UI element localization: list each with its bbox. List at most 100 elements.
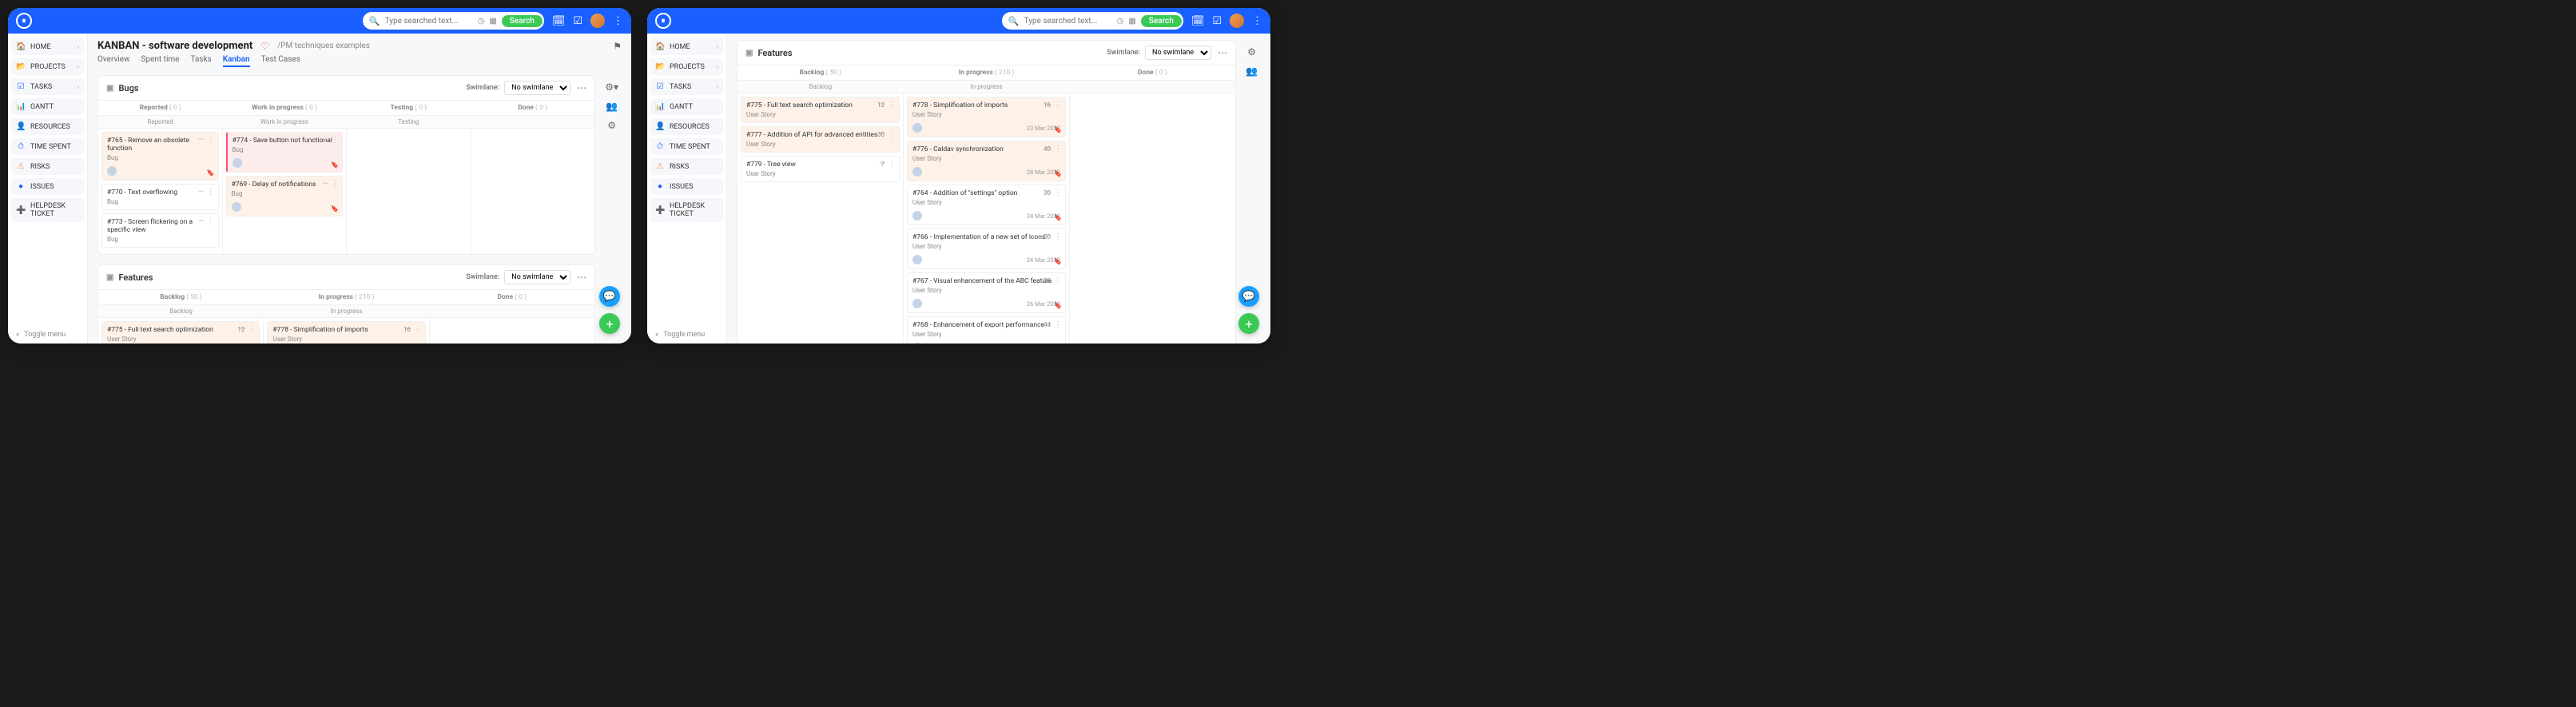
swimlane-select[interactable]: No swimlane: [1145, 46, 1211, 60]
kanban-column[interactable]: [347, 129, 471, 254]
assignee-avatar[interactable]: [912, 123, 922, 133]
flag-icon[interactable]: ⚑: [613, 41, 622, 52]
card-menu-icon[interactable]: ⋮: [888, 130, 896, 139]
sidebar-item-risks[interactable]: ⚠RISKS: [650, 158, 723, 175]
filter-icon[interactable]: ▦: [489, 17, 496, 26]
user-avatar[interactable]: [1230, 14, 1244, 28]
card-menu-icon[interactable]: ⋮: [248, 325, 256, 334]
user-avatar[interactable]: [590, 14, 605, 28]
sidebar-item-home[interactable]: 🏠HOME›: [650, 38, 723, 55]
card-menu-icon[interactable]: ⋮: [888, 160, 896, 169]
tag-icon[interactable]: 🔖: [207, 169, 215, 177]
checklist-icon[interactable]: ☑: [1212, 15, 1222, 27]
sidebar-item-home[interactable]: 🏠HOME›: [11, 38, 84, 55]
people-icon[interactable]: 👥: [1246, 66, 1258, 77]
kanban-card[interactable]: —⋮ 12 #775 - Full text search optimizati…: [741, 97, 900, 123]
tag-icon[interactable]: 🔖: [1054, 214, 1062, 221]
toggle-menu[interactable]: « Toggle menu: [655, 331, 705, 339]
kanban-card[interactable]: —⋮ 30 #777 - Addition of API for advance…: [741, 126, 900, 153]
card-menu-icon[interactable]: ⋮: [1054, 101, 1062, 109]
kanban-column[interactable]: —⋮ #774 - Save button not functional Bug…: [223, 129, 348, 254]
section-menu-icon[interactable]: ⋯: [1218, 47, 1227, 58]
chat-fab[interactable]: 💬: [1238, 286, 1259, 307]
kanban-card[interactable]: —⋮ #774 - Save button not functional Bug…: [226, 132, 344, 173]
card-menu-icon[interactable]: ⋮: [414, 325, 422, 334]
kanban-card[interactable]: —⋮ #769 - Delay of notifications Bug 🔖: [226, 176, 344, 216]
search-input[interactable]: [1024, 17, 1112, 26]
sidebar-item-gantt[interactable]: 📊GANTT: [11, 98, 84, 115]
filter-icon[interactable]: ▦: [1128, 17, 1135, 26]
collapse-sidebar-icon[interactable]: «: [16, 331, 19, 339]
kanban-column[interactable]: —⋮ 16 #778 - Simplification of imports U…: [904, 93, 1070, 344]
add-fab[interactable]: +: [599, 313, 620, 334]
card-collapse-icon[interactable]: —: [198, 136, 205, 145]
kanban-card[interactable]: —⋮ 12 #775 - Full text search optimizati…: [101, 321, 260, 344]
card-menu-icon[interactable]: ⋮: [207, 217, 215, 226]
sidebar-item-helpdesk-ticket[interactable]: ➕HELPDESK TICKET: [650, 198, 723, 222]
sidebar-item-time-spent[interactable]: ⏱TIME SPENT: [11, 138, 84, 155]
search-button[interactable]: Search: [502, 15, 543, 27]
card-menu-icon[interactable]: ⋮: [1054, 189, 1062, 197]
chat-fab[interactable]: 💬: [599, 286, 620, 307]
favorite-icon[interactable]: ♡: [260, 41, 269, 52]
tag-icon[interactable]: 🔖: [1054, 302, 1062, 309]
kanban-card[interactable]: —⋮ 30 #764 - Addition of "settings" opti…: [907, 185, 1066, 225]
tab-kanban[interactable]: Kanban: [223, 55, 250, 67]
tag-icon[interactable]: 🔖: [1054, 126, 1062, 133]
card-menu-icon[interactable]: ⋮: [207, 188, 215, 197]
settings-dropdown-icon[interactable]: ⚙▾: [605, 81, 618, 93]
add-fab[interactable]: +: [1238, 313, 1259, 334]
tag-icon[interactable]: 🔖: [1054, 170, 1062, 177]
kanban-card[interactable]: —⋮ 7 #779 - Tree view User Story: [741, 156, 900, 182]
calendar-icon[interactable]: 🗓: [552, 15, 566, 27]
card-collapse-icon[interactable]: —: [198, 217, 205, 226]
kanban-card[interactable]: —⋮ 16 #778 - Simplification of imports U…: [907, 97, 1066, 137]
sidebar-item-tasks[interactable]: ☑TASKS›: [650, 78, 723, 95]
card-menu-icon[interactable]: ⋮: [888, 101, 896, 109]
card-menu-icon[interactable]: ⋮: [1054, 145, 1062, 153]
card-menu-icon[interactable]: ⋮: [1054, 276, 1062, 285]
sidebar-item-resources[interactable]: 👤RESOURCES: [650, 118, 723, 135]
assignee-avatar[interactable]: [233, 158, 242, 168]
swimlane-select[interactable]: No swimlane: [504, 81, 570, 95]
collapse-icon[interactable]: ▣: [106, 273, 113, 282]
card-menu-icon[interactable]: ⋮: [1054, 232, 1062, 241]
history-icon[interactable]: ◷: [478, 17, 485, 26]
kanban-card[interactable]: —⋮ #770 - Text overflowing Bug: [101, 184, 219, 210]
checklist-icon[interactable]: ☑: [573, 15, 582, 27]
kanban-column[interactable]: —⋮ 12 #775 - Full text search optimizati…: [98, 318, 264, 344]
card-collapse-icon[interactable]: —: [322, 136, 328, 145]
kanban-column[interactable]: —⋮ 12 #775 - Full text search optimizati…: [737, 93, 904, 344]
sidebar-item-issues[interactable]: ●ISSUES: [11, 178, 84, 195]
card-collapse-icon[interactable]: —: [322, 180, 328, 189]
kanban-card[interactable]: —⋮ 50 #766 - Implementation of a new set…: [907, 228, 1066, 269]
sidebar-item-projects[interactable]: 📂PROJECTS›: [11, 58, 84, 75]
card-menu-icon[interactable]: ⋮: [1054, 320, 1062, 329]
collapse-icon[interactable]: ▣: [745, 49, 753, 58]
collapse-sidebar-icon[interactable]: «: [655, 331, 658, 339]
card-menu-icon[interactable]: ⋮: [331, 136, 339, 145]
board-settings-icon[interactable]: ⚙: [607, 120, 616, 131]
overflow-menu-icon[interactable]: ⋮: [1252, 15, 1262, 27]
app-logo[interactable]: ⏸: [655, 13, 671, 29]
kanban-column[interactable]: [430, 318, 594, 344]
kanban-card[interactable]: —⋮ 30 #767 - Visual enhancement of the A…: [907, 272, 1066, 313]
collapse-icon[interactable]: ▣: [106, 84, 113, 93]
app-logo[interactable]: ⏸: [16, 13, 32, 29]
kanban-card[interactable]: —⋮ 44 #768 - Enhancement of export perfo…: [907, 316, 1066, 344]
overflow-menu-icon[interactable]: ⋮: [613, 15, 623, 27]
tab-spent-time[interactable]: Spent time: [141, 55, 180, 67]
section-menu-icon[interactable]: ⋯: [577, 272, 586, 283]
search-input[interactable]: [385, 17, 473, 26]
kanban-card[interactable]: —⋮ #773 - Screen flickering on a specifi…: [101, 213, 219, 248]
tab-tasks[interactable]: Tasks: [190, 55, 211, 67]
sidebar-item-time-spent[interactable]: ⏱TIME SPENT: [650, 138, 723, 155]
card-menu-icon[interactable]: ⋮: [207, 136, 215, 145]
kanban-column[interactable]: —⋮ #765 - Remove an obsolete function Bu…: [98, 129, 223, 254]
people-icon[interactable]: 👥: [606, 101, 618, 112]
assignee-avatar[interactable]: [912, 211, 922, 220]
kanban-column[interactable]: [471, 129, 595, 254]
kanban-card[interactable]: —⋮ #765 - Remove an obsolete function Bu…: [101, 132, 219, 181]
breadcrumb[interactable]: /PM techniques examples: [277, 42, 370, 50]
assignee-avatar[interactable]: [912, 167, 922, 177]
